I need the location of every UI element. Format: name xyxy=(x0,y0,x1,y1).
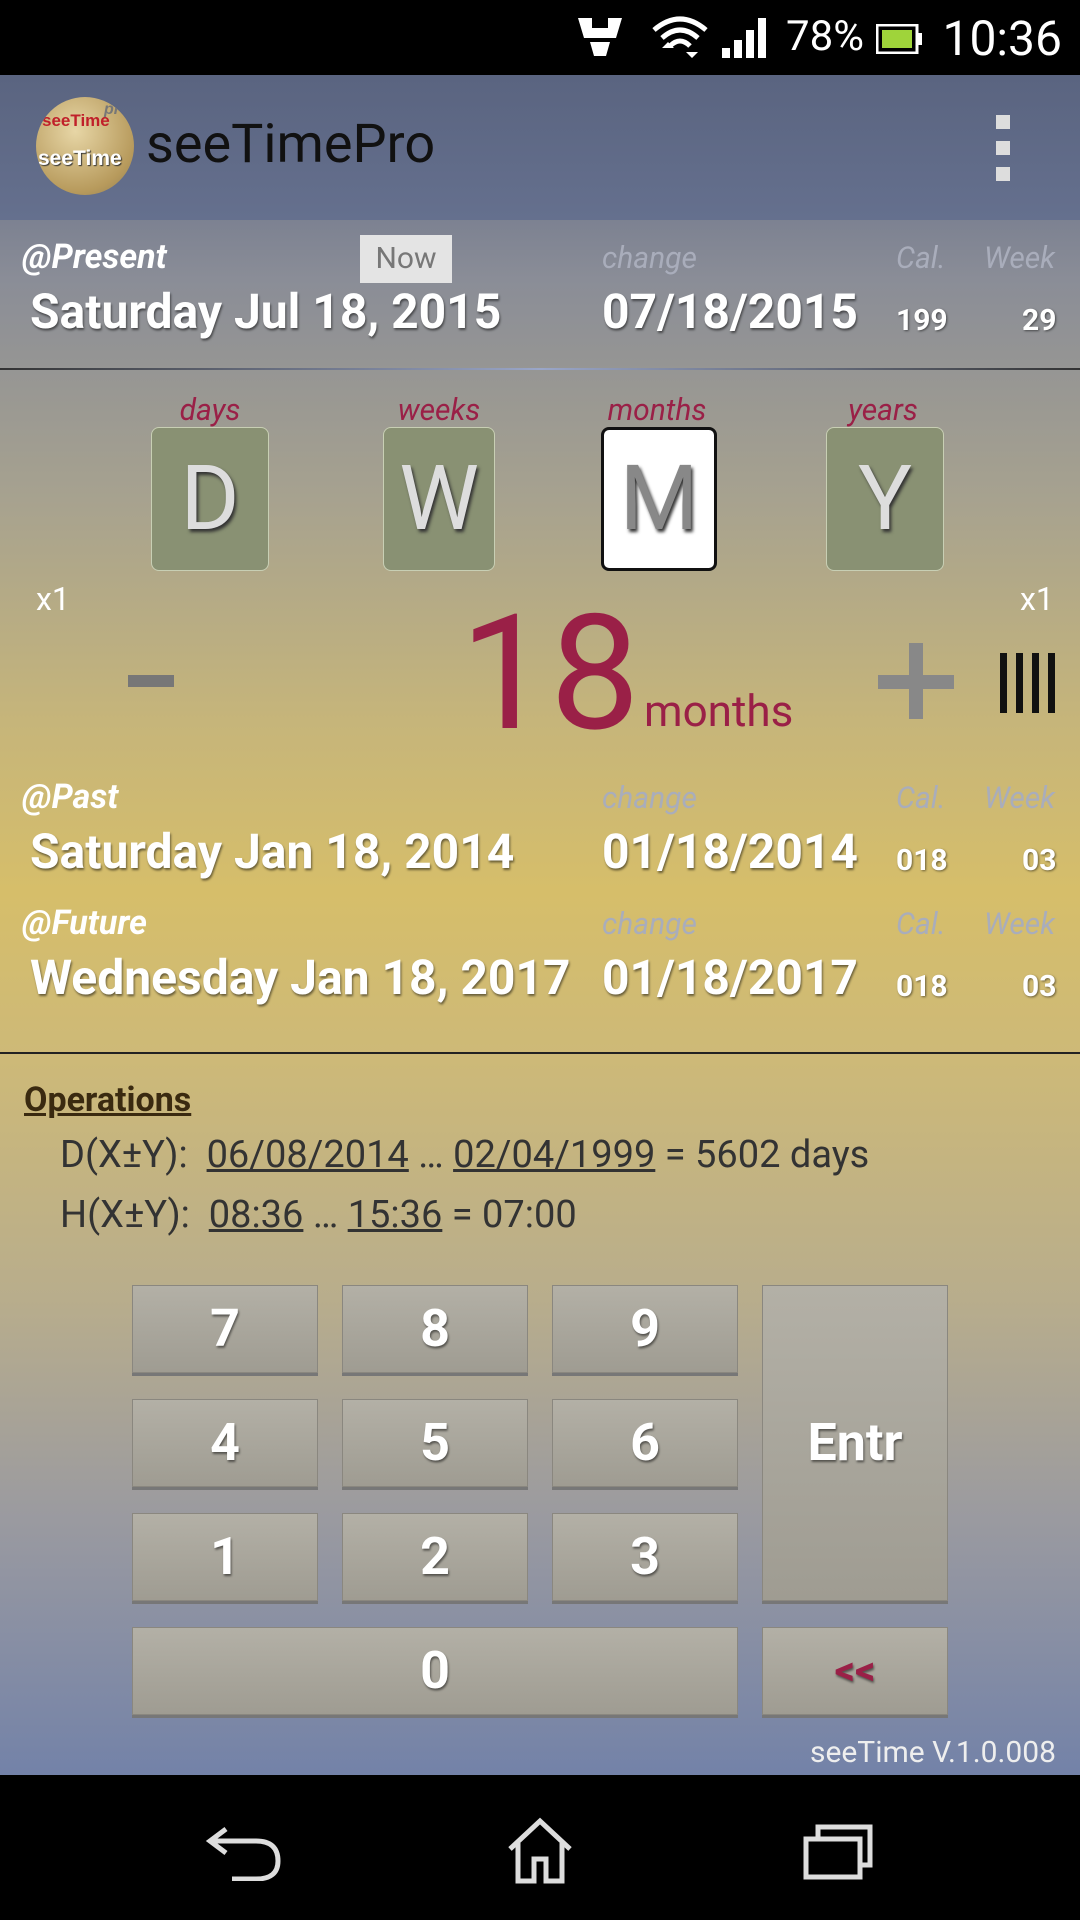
future-cal-label: Cal. xyxy=(896,907,946,942)
past-cal-label: Cal. xyxy=(896,781,946,816)
version-label: seeTime V.1.0.008 xyxy=(810,1735,1056,1770)
key-4[interactable]: 4 xyxy=(132,1399,318,1487)
h-prefix: H(X±Y): xyxy=(60,1193,190,1237)
past-change-link[interactable]: change xyxy=(602,781,697,816)
past-week-value: 03 xyxy=(1022,843,1057,878)
present-cal-label: Cal. xyxy=(896,241,946,276)
key-1[interactable]: 1 xyxy=(132,1513,318,1601)
back-icon[interactable] xyxy=(204,1825,284,1881)
past-cal-value: 018 xyxy=(896,843,948,878)
days-label: days xyxy=(179,393,241,428)
recents-icon[interactable] xyxy=(802,1821,876,1883)
weeks-button[interactable]: W xyxy=(383,427,495,571)
divider-2 xyxy=(0,1052,1080,1054)
date-operation: D(X±Y): 06/08/2014 … 02/04/1999 = 5602 d… xyxy=(60,1133,869,1177)
h-sep: … xyxy=(312,1193,339,1237)
present-date-short[interactable]: 07/18/2015 xyxy=(602,283,858,340)
clock: 10:36 xyxy=(942,10,1062,67)
key-8[interactable]: 8 xyxy=(342,1285,528,1373)
present-week-value: 29 xyxy=(1022,303,1057,338)
nfc-icon xyxy=(578,18,622,56)
years-label: years xyxy=(848,393,918,428)
present-date-long: Saturday Jul 18, 2015 xyxy=(30,283,502,340)
present-change-link[interactable]: change xyxy=(602,241,697,276)
enter-key[interactable]: Entr xyxy=(762,1285,948,1601)
app-logo: pro seeTime seeTime xyxy=(36,97,134,195)
key-6[interactable]: 6 xyxy=(552,1399,738,1487)
past-week-label: Week xyxy=(984,781,1055,816)
nav-bar xyxy=(0,1775,1080,1920)
past-label: @Past xyxy=(22,777,119,817)
d-sep: … xyxy=(418,1133,444,1177)
key-3[interactable]: 3 xyxy=(552,1513,738,1601)
now-button[interactable]: Now xyxy=(360,235,452,283)
key-5[interactable]: 5 xyxy=(342,1399,528,1487)
battery-icon xyxy=(876,24,922,54)
step-value: 18 xyxy=(460,581,640,768)
plus-icon-v xyxy=(909,643,923,719)
future-date-long: Wednesday Jan 18, 2017 xyxy=(30,949,571,1006)
wifi-icon xyxy=(652,16,708,58)
weeks-label: weeks xyxy=(397,393,481,428)
minus-button[interactable] xyxy=(128,675,174,687)
present-cal-value: 199 xyxy=(896,303,948,338)
past-date-short[interactable]: 01/18/2014 xyxy=(602,823,858,880)
battery-percent: 78% xyxy=(786,12,864,61)
future-cal-value: 018 xyxy=(896,969,948,1004)
app-content: pro seeTime seeTime seeTimePro @Present … xyxy=(0,75,1080,1775)
left-multiplier[interactable]: x1 xyxy=(36,580,70,618)
divider xyxy=(0,368,1080,370)
overflow-menu-icon[interactable] xyxy=(996,115,1010,193)
d-y-field[interactable]: 02/04/1999 xyxy=(453,1133,655,1177)
past-date-long: Saturday Jan 18, 2014 xyxy=(30,823,515,880)
future-week-label: Week xyxy=(984,907,1055,942)
future-label: @Future xyxy=(22,903,147,943)
backspace-key[interactable]: << xyxy=(762,1627,948,1715)
action-bar: pro seeTime seeTime seeTimePro xyxy=(0,75,1080,220)
d-x-field[interactable]: 06/08/2014 xyxy=(207,1133,409,1177)
future-week-value: 03 xyxy=(1022,969,1057,1004)
months-button[interactable]: M xyxy=(601,427,717,571)
d-result: = 5602 days xyxy=(664,1133,870,1177)
years-button[interactable]: Y xyxy=(826,427,944,571)
logo-text-mid: seeTime xyxy=(38,147,122,170)
logo-text-top: seeTime xyxy=(42,111,110,130)
key-9[interactable]: 9 xyxy=(552,1285,738,1373)
step-unit: months xyxy=(644,685,794,737)
right-multiplier[interactable]: x1 xyxy=(1020,580,1054,618)
present-week-label: Week xyxy=(984,241,1055,276)
key-7[interactable]: 7 xyxy=(132,1285,318,1373)
key-0[interactable]: 0 xyxy=(132,1627,738,1715)
signal-icon xyxy=(722,18,766,58)
d-prefix: D(X±Y): xyxy=(60,1133,188,1177)
status-bar: 78% 10:36 xyxy=(0,0,1080,75)
future-change-link[interactable]: change xyxy=(602,907,697,942)
h-x-field[interactable]: 08:36 xyxy=(209,1193,304,1237)
present-label: @Present xyxy=(22,237,167,277)
h-result: = 07:00 xyxy=(451,1193,577,1237)
key-2[interactable]: 2 xyxy=(342,1513,528,1601)
h-y-field[interactable]: 15:36 xyxy=(348,1193,443,1237)
hour-operation: H(X±Y): 08:36 … 15:36 = 07:00 xyxy=(60,1193,577,1237)
app-title: seeTimePro xyxy=(146,113,436,176)
days-button[interactable]: D xyxy=(151,427,269,571)
future-date-short[interactable]: 01/18/2017 xyxy=(602,949,858,1006)
home-icon[interactable] xyxy=(504,1815,576,1885)
operations-title: Operations xyxy=(24,1080,192,1120)
months-label: months xyxy=(607,393,707,428)
